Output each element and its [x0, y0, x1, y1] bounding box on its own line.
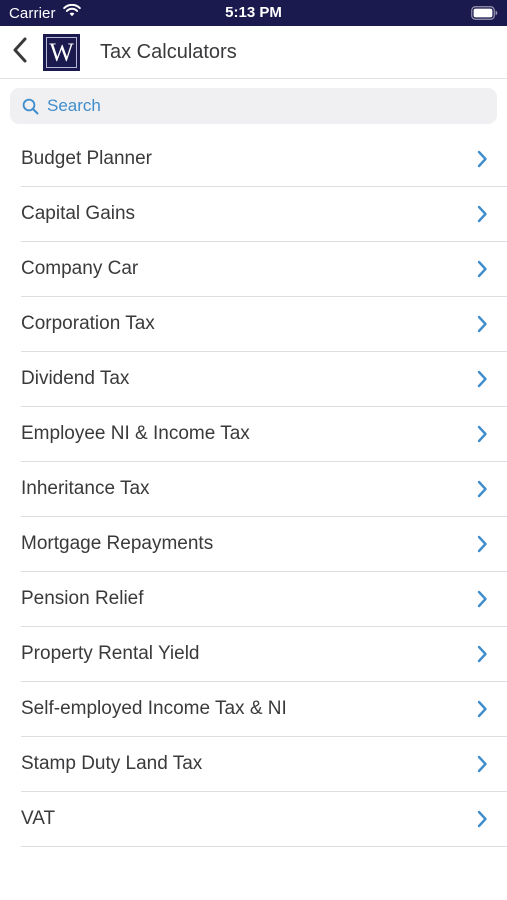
chevron-right-icon [476, 589, 488, 609]
list-item[interactable]: Budget Planner [0, 132, 507, 187]
calculator-list: Budget Planner Capital Gains Company Car Co… [0, 132, 507, 847]
status-time: 5:13 PM [225, 4, 282, 21]
list-item[interactable]: Dividend Tax [0, 352, 507, 407]
list-item[interactable]: Company Car [0, 242, 507, 297]
list-item-label: Company Car [21, 258, 139, 279]
list-item[interactable]: Capital Gains [0, 187, 507, 242]
list-item[interactable]: Mortgage Repayments [0, 517, 507, 572]
search-placeholder: Search [47, 96, 101, 115]
battery-icon [471, 6, 498, 20]
list-item[interactable]: Inheritance Tax [0, 462, 507, 517]
list-item[interactable]: Self-employed Income Tax & NI [0, 682, 507, 737]
chevron-right-icon [476, 424, 488, 444]
list-item-label: VAT [21, 808, 56, 829]
chevron-right-icon [476, 204, 488, 224]
list-item[interactable]: Employee NI & Income Tax [0, 407, 507, 462]
status-bar: Carrier 5:13 PM [0, 0, 507, 26]
list-item-label: Property Rental Yield [21, 643, 200, 664]
back-button[interactable] [6, 36, 34, 68]
list-item[interactable]: Corporation Tax [0, 297, 507, 352]
list-item-label: Stamp Duty Land Tax [21, 753, 203, 774]
list-item-label: Self-employed Income Tax & NI [21, 698, 287, 719]
list-item-label: Budget Planner [21, 148, 152, 169]
list-item-label: Mortgage Repayments [21, 533, 214, 554]
chevron-right-icon [476, 259, 488, 279]
chevron-left-icon [12, 37, 28, 68]
list-item[interactable]: Property Rental Yield [0, 627, 507, 682]
list-item-label: Dividend Tax [21, 368, 130, 389]
navigation-bar: W Tax Calculators [0, 26, 507, 79]
list-item-label: Employee NI & Income Tax [21, 423, 250, 444]
chevron-right-icon [476, 809, 488, 829]
list-item-label: Capital Gains [21, 203, 136, 224]
chevron-right-icon [476, 479, 488, 499]
search-icon [21, 97, 39, 115]
chevron-right-icon [476, 754, 488, 774]
logo-letter: W [46, 37, 77, 68]
chevron-right-icon [476, 314, 488, 334]
search-input[interactable]: Search [10, 88, 497, 124]
chevron-right-icon [476, 149, 488, 169]
list-item[interactable]: VAT [0, 792, 507, 847]
app-logo: W [43, 34, 80, 71]
chevron-right-icon [476, 644, 488, 664]
list-item-label: Corporation Tax [21, 313, 155, 334]
list-item[interactable]: Pension Relief [0, 572, 507, 627]
chevron-right-icon [476, 534, 488, 554]
list-item-label: Pension Relief [21, 588, 144, 609]
page-title: Tax Calculators [100, 41, 237, 63]
chevron-right-icon [476, 369, 488, 389]
list-item[interactable]: Stamp Duty Land Tax [0, 737, 507, 792]
chevron-right-icon [476, 699, 488, 719]
list-item-label: Inheritance Tax [21, 478, 150, 499]
